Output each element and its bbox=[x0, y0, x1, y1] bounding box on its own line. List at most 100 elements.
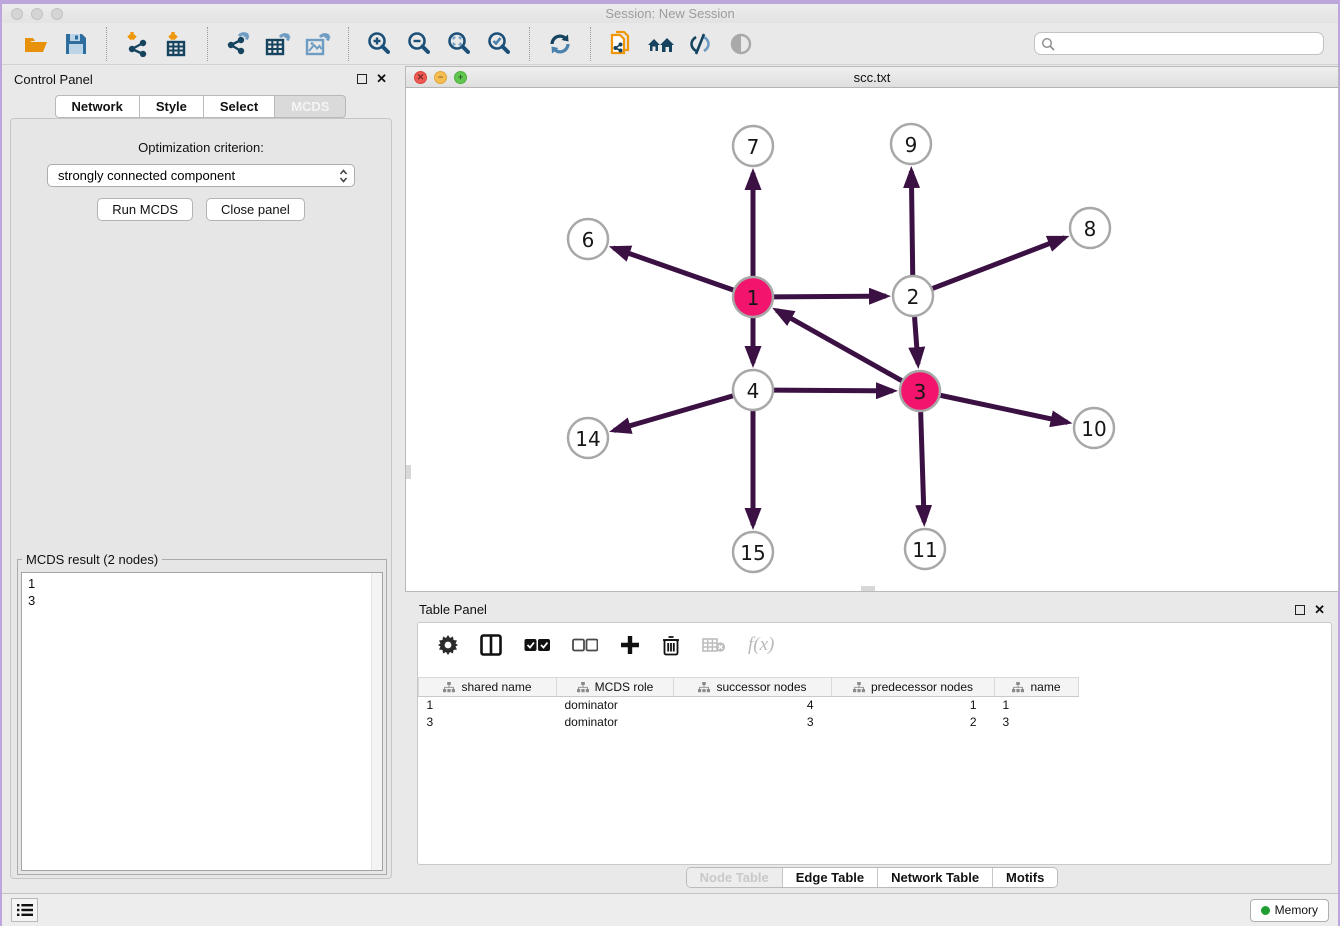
hide-graphics-button[interactable] bbox=[681, 27, 721, 61]
tab-mcds[interactable]: MCDS bbox=[274, 95, 346, 118]
titlebar: Session: New Session bbox=[2, 4, 1338, 23]
home-button[interactable] bbox=[641, 27, 681, 61]
divider-grip[interactable] bbox=[861, 586, 875, 591]
import-network-button[interactable] bbox=[117, 27, 157, 61]
tab-node-table[interactable]: Node Table bbox=[687, 868, 783, 887]
hide-graphics-icon bbox=[688, 32, 714, 56]
edge-4-3[interactable] bbox=[774, 390, 893, 391]
save-session-button[interactable] bbox=[56, 27, 96, 61]
zoom-fit-button[interactable] bbox=[439, 27, 479, 61]
control-panel: Control Panel ✕ NetworkStyleSelectMCDS O… bbox=[2, 65, 399, 887]
export-network-button[interactable] bbox=[218, 27, 258, 61]
network-canvas[interactable]: 7968124314101511 bbox=[406, 88, 1338, 591]
column-header-shared-name[interactable]: shared name bbox=[419, 678, 557, 697]
search-input[interactable] bbox=[1059, 37, 1317, 51]
edge-4-14[interactable] bbox=[614, 396, 733, 431]
deselect-all-icon[interactable] bbox=[572, 638, 598, 652]
node-label-11: 11 bbox=[912, 538, 937, 562]
tab-motifs[interactable]: Motifs bbox=[993, 868, 1057, 887]
table-cell[interactable]: 2 bbox=[832, 714, 995, 731]
column-header-MCDS-role[interactable]: MCDS role bbox=[557, 678, 674, 697]
hierarchy-icon bbox=[698, 682, 710, 693]
column-header-predecessor-nodes[interactable]: predecessor nodes bbox=[832, 678, 995, 697]
mcds-result-title: MCDS result (2 nodes) bbox=[22, 552, 162, 567]
edge-2-9[interactable] bbox=[911, 171, 912, 275]
edge-3-11[interactable] bbox=[921, 412, 924, 522]
mcds-result-list[interactable]: 13 bbox=[21, 572, 383, 871]
delete-table-icon[interactable] bbox=[702, 637, 726, 653]
edge-2-3[interactable] bbox=[915, 317, 918, 364]
open-file-icon bbox=[23, 32, 49, 56]
show-eye-button[interactable] bbox=[721, 27, 761, 61]
edge-1-6[interactable] bbox=[613, 248, 733, 290]
divider-grip[interactable] bbox=[406, 465, 411, 479]
export-table-button[interactable] bbox=[258, 27, 298, 61]
table-cell[interactable]: 4 bbox=[674, 697, 832, 714]
tab-select[interactable]: Select bbox=[203, 95, 274, 118]
edge-1-2[interactable] bbox=[774, 296, 886, 297]
node-label-8: 8 bbox=[1084, 217, 1097, 241]
table-cell[interactable]: dominator bbox=[557, 714, 674, 731]
edge-3-1[interactable] bbox=[777, 310, 902, 380]
export-table-icon bbox=[264, 31, 292, 57]
function-builder-icon[interactable]: f(x) bbox=[748, 634, 774, 656]
delete-icon[interactable] bbox=[662, 635, 680, 656]
network-title: scc.txt bbox=[406, 70, 1338, 85]
table-cell[interactable]: 1 bbox=[419, 697, 557, 714]
zoom-in-button[interactable] bbox=[359, 27, 399, 61]
table-cell[interactable]: 1 bbox=[995, 697, 1079, 714]
table-cell[interactable]: 3 bbox=[674, 714, 832, 731]
search-field[interactable] bbox=[1034, 32, 1324, 55]
split-columns-icon[interactable] bbox=[480, 634, 502, 656]
close-table-panel-icon[interactable]: ✕ bbox=[1314, 605, 1325, 615]
hierarchy-icon bbox=[1012, 682, 1024, 693]
edge-2-8[interactable] bbox=[933, 238, 1065, 289]
table-cell[interactable]: 1 bbox=[832, 697, 995, 714]
duplicate-network-button[interactable] bbox=[601, 27, 641, 61]
import-table-button[interactable] bbox=[157, 27, 197, 61]
column-header-name[interactable]: name bbox=[995, 678, 1079, 697]
add-column-icon[interactable] bbox=[620, 635, 640, 655]
app-window: Session: New Session bbox=[0, 0, 1340, 926]
list-icon bbox=[17, 903, 33, 917]
table-row[interactable]: 1dominator411 bbox=[419, 697, 1079, 714]
zoom-out-button[interactable] bbox=[399, 27, 439, 61]
select-all-icon[interactable] bbox=[524, 638, 550, 652]
gear-icon[interactable] bbox=[438, 635, 458, 655]
table-row[interactable]: 3dominator323 bbox=[419, 714, 1079, 731]
hierarchy-icon bbox=[853, 682, 865, 693]
hierarchy-icon bbox=[577, 682, 589, 693]
float-panel-icon[interactable] bbox=[357, 74, 367, 84]
table-cell[interactable]: 3 bbox=[419, 714, 557, 731]
tab-edge-table[interactable]: Edge Table bbox=[783, 868, 878, 887]
edge-3-10[interactable] bbox=[941, 395, 1068, 422]
export-network-icon bbox=[225, 31, 251, 57]
result-scrollbar[interactable] bbox=[371, 573, 382, 870]
network-view-window: ✕ − + scc.txt 7968124314101511 bbox=[405, 66, 1339, 592]
memory-button[interactable]: Memory bbox=[1250, 899, 1329, 922]
float-table-panel-icon[interactable] bbox=[1295, 605, 1305, 615]
tab-style[interactable]: Style bbox=[139, 95, 203, 118]
task-list-button[interactable] bbox=[11, 898, 38, 922]
zoom-selected-button[interactable] bbox=[479, 27, 519, 61]
run-mcds-button[interactable]: Run MCDS bbox=[97, 198, 193, 221]
node-label-3: 3 bbox=[914, 380, 927, 404]
zoom-fit-icon bbox=[446, 31, 472, 57]
network-graph[interactable]: 7968124314101511 bbox=[406, 88, 1340, 591]
node-label-10: 10 bbox=[1081, 417, 1106, 441]
tab-network-table[interactable]: Network Table bbox=[878, 868, 993, 887]
column-header-successor-nodes[interactable]: successor nodes bbox=[674, 678, 832, 697]
export-image-button[interactable] bbox=[298, 27, 338, 61]
node-label-6: 6 bbox=[582, 228, 595, 252]
refresh-button[interactable] bbox=[540, 27, 580, 61]
optimization-criterion-select[interactable]: strongly connected component bbox=[47, 164, 355, 187]
open-file-button[interactable] bbox=[16, 27, 56, 61]
toolbar-separator bbox=[590, 27, 591, 61]
tab-network[interactable]: Network bbox=[55, 95, 139, 118]
close-panel-button[interactable]: Close panel bbox=[206, 198, 305, 221]
node-label-4: 4 bbox=[747, 379, 760, 403]
close-panel-icon[interactable]: ✕ bbox=[376, 74, 387, 84]
table-cell[interactable]: dominator bbox=[557, 697, 674, 714]
workspace: Control Panel ✕ NetworkStyleSelectMCDS O… bbox=[2, 65, 1338, 893]
table-cell[interactable]: 3 bbox=[995, 714, 1079, 731]
